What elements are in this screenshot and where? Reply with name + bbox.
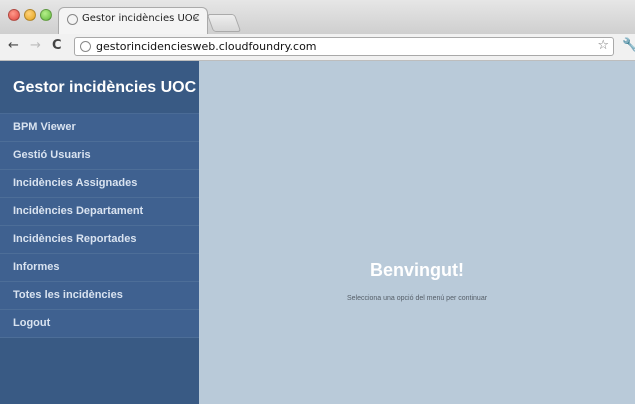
sidebar-item-incidencies-reportades[interactable]: Incidències Reportades bbox=[0, 226, 199, 254]
bookmark-star-icon[interactable]: ☆ bbox=[597, 38, 609, 53]
sidebar-item-logout[interactable]: Logout bbox=[0, 310, 199, 338]
sidebar-item-incidencies-departament[interactable]: Incidències Departament bbox=[0, 198, 199, 226]
url-text[interactable]: gestorincidenciesweb.cloudfoundry.com bbox=[96, 40, 317, 53]
sidebar-item-totes-les-incidencies[interactable]: Totes les incidències bbox=[0, 282, 199, 310]
tab-close-icon[interactable]: × bbox=[192, 13, 200, 24]
browser-toolbar: ← → C gestorincidenciesweb.cloudfoundry.… bbox=[0, 34, 635, 61]
globe-icon bbox=[80, 41, 91, 52]
sidebar-item-label: Incidències Departament bbox=[13, 205, 144, 217]
sidebar-item-label: Incidències Reportades bbox=[13, 233, 137, 245]
sidebar-item-label: Logout bbox=[13, 317, 51, 329]
sidebar-item-label: Incidències Assignades bbox=[13, 177, 138, 189]
browser-tab[interactable]: Gestor incidències UOC × bbox=[58, 7, 208, 34]
minimize-window-button[interactable] bbox=[24, 9, 36, 21]
sidebar-item-label: Gestió Usuaris bbox=[13, 149, 91, 161]
sidebar-item-label: BPM Viewer bbox=[13, 121, 76, 133]
forward-button[interactable]: → bbox=[30, 38, 41, 53]
sidebar-item-label: Informes bbox=[13, 261, 60, 273]
close-window-button[interactable] bbox=[8, 9, 20, 21]
welcome-heading: Benvingut! bbox=[370, 260, 464, 280]
new-tab-button[interactable] bbox=[206, 14, 242, 32]
sidebar-item-incidencies-assignades[interactable]: Incidències Assignades bbox=[0, 170, 199, 198]
zoom-window-button[interactable] bbox=[40, 9, 52, 21]
browser-title-bar: Gestor incidències UOC × bbox=[0, 0, 635, 35]
tab-title: Gestor incidències UOC bbox=[82, 13, 200, 24]
app-title: Gestor incidències UOC bbox=[13, 79, 197, 96]
back-button[interactable]: ← bbox=[8, 38, 19, 53]
wrench-icon[interactable]: 🔧 bbox=[622, 38, 635, 53]
main-content: Benvingut! Selecciona una opció del menú… bbox=[199, 61, 635, 404]
sidebar-item-informes[interactable]: Informes bbox=[0, 254, 199, 282]
welcome-subtitle: Selecciona una opció del menú per contin… bbox=[346, 295, 488, 302]
address-bar[interactable]: gestorincidenciesweb.cloudfoundry.com ☆ bbox=[74, 37, 614, 56]
reload-button[interactable]: C bbox=[52, 38, 62, 53]
sidebar-item-bpm-viewer[interactable]: BPM Viewer bbox=[0, 114, 199, 142]
sidebar-menu: BPM Viewer Gestió Usuaris Incidències As… bbox=[0, 113, 199, 338]
globe-icon bbox=[67, 14, 78, 25]
sidebar-item-label: Totes les incidències bbox=[13, 289, 123, 301]
sidebar-item-gestio-usuaris[interactable]: Gestió Usuaris bbox=[0, 142, 199, 170]
